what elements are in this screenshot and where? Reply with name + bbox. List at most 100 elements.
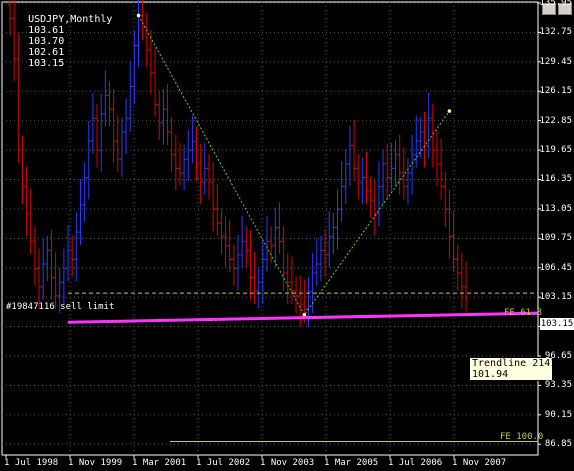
price-bar bbox=[157, 90, 162, 141]
price-bar bbox=[37, 248, 42, 309]
price-bar bbox=[119, 117, 124, 177]
fe-1000-label: FE 100.0 bbox=[500, 432, 544, 442]
price-bar bbox=[410, 134, 415, 195]
price-bar bbox=[202, 142, 207, 195]
price-bar bbox=[78, 179, 83, 245]
price-bar bbox=[148, 30, 153, 95]
price-bar bbox=[53, 252, 58, 309]
order-ticket-label[interactable]: #19847116 sell limit bbox=[6, 302, 114, 312]
price-bar bbox=[252, 252, 257, 305]
price-bar bbox=[227, 220, 232, 273]
price-bar bbox=[66, 224, 71, 282]
price-axis-label: 132.75 bbox=[539, 27, 572, 38]
price-axis-label: 109.75 bbox=[539, 233, 572, 244]
current-price-marker: 103.15 bbox=[540, 318, 574, 330]
price-axis-label: 106.45 bbox=[539, 262, 572, 273]
price-bar bbox=[352, 120, 357, 182]
price-bar bbox=[426, 92, 431, 159]
time-axis-label: 1 Mar 2001 bbox=[132, 458, 187, 468]
price-bar bbox=[115, 115, 120, 173]
price-bar bbox=[294, 276, 299, 314]
price-axis-label: 86.85 bbox=[544, 439, 572, 450]
price-bar bbox=[385, 143, 390, 200]
price-bar bbox=[260, 239, 265, 305]
price-bar bbox=[190, 115, 195, 163]
price-bar bbox=[32, 226, 37, 286]
zigzag-point bbox=[447, 109, 452, 113]
price-bar bbox=[132, 30, 137, 104]
price-bar bbox=[447, 189, 452, 259]
price-bar bbox=[153, 47, 158, 118]
price-bar bbox=[273, 207, 278, 268]
price-axis-label: 129.45 bbox=[539, 56, 572, 67]
price-bar bbox=[20, 135, 25, 204]
time-axis-label: 1 Mar 2005 bbox=[324, 458, 379, 468]
price-bar bbox=[455, 244, 460, 291]
price-bar bbox=[186, 130, 191, 182]
price-bar bbox=[314, 238, 319, 286]
price-bar bbox=[459, 253, 464, 309]
price-bar bbox=[211, 162, 216, 232]
price-bar bbox=[82, 162, 87, 223]
price-bar bbox=[439, 138, 444, 200]
price-bar bbox=[381, 149, 386, 204]
ohlc-open: 103.61 bbox=[28, 25, 65, 36]
time-axis-label: 1 Nov 2003 bbox=[260, 458, 315, 468]
chart-header: USDJPY,Monthly 103.61 103.70 102.61 103.… bbox=[4, 3, 115, 80]
price-bar bbox=[45, 235, 50, 282]
price-bar bbox=[343, 149, 348, 204]
price-bar bbox=[356, 153, 361, 200]
zigzag-point bbox=[136, 13, 141, 18]
price-bar bbox=[107, 81, 112, 127]
price-bar bbox=[111, 89, 116, 163]
ohlc-low: 102.61 bbox=[28, 47, 65, 58]
price-bar bbox=[169, 117, 174, 173]
price-axis-label: 116.35 bbox=[539, 174, 572, 185]
chart-window[interactable]: USDJPY,Monthly 103.61 103.70 102.61 103.… bbox=[0, 0, 574, 471]
price-bar bbox=[430, 103, 435, 168]
price-bar bbox=[265, 215, 270, 273]
price-bar bbox=[231, 244, 236, 286]
price-bar bbox=[443, 172, 448, 227]
price-bar bbox=[28, 188, 33, 254]
price-bar bbox=[223, 216, 228, 268]
price-axis-label: 122.85 bbox=[539, 115, 572, 126]
zigzag-line bbox=[138, 15, 450, 316]
price-bar bbox=[24, 166, 29, 236]
price-bar bbox=[281, 226, 286, 291]
price-bar bbox=[99, 93, 104, 173]
price-bar bbox=[277, 202, 282, 254]
price-bar bbox=[331, 213, 336, 254]
price-axis-label: 96.65 bbox=[544, 350, 572, 361]
time-axis-label: 1 Jul 2006 bbox=[388, 458, 443, 468]
price-bar bbox=[74, 212, 79, 282]
price-bar bbox=[339, 161, 344, 223]
price-bar bbox=[236, 234, 240, 291]
price-bar bbox=[136, 0, 141, 68]
price-bar bbox=[360, 157, 365, 204]
price-bar bbox=[49, 230, 54, 300]
ohlc-high: 103.70 bbox=[28, 36, 65, 47]
price-bar bbox=[70, 235, 75, 277]
price-bar bbox=[318, 235, 323, 282]
price-bar bbox=[464, 261, 468, 312]
price-bar bbox=[165, 83, 170, 145]
price-bar bbox=[327, 211, 332, 268]
price-bar bbox=[161, 89, 166, 145]
price-bar bbox=[124, 98, 129, 154]
price-bar bbox=[418, 117, 423, 159]
price-axis-label: 103.15 bbox=[539, 292, 572, 303]
price-bar bbox=[451, 211, 456, 273]
price-bar bbox=[372, 180, 377, 236]
price-bar bbox=[61, 248, 66, 305]
price-bar bbox=[198, 143, 203, 204]
price-bar bbox=[144, 12, 149, 68]
price-bar bbox=[422, 111, 427, 168]
price-axis-label: 135.95 bbox=[539, 0, 572, 8]
time-axis-label: 1 Jul 1998 bbox=[4, 458, 59, 468]
price-bar bbox=[41, 238, 46, 300]
price-bar bbox=[256, 267, 261, 309]
price-bar bbox=[347, 125, 352, 186]
price-bar bbox=[364, 152, 369, 204]
fe-618-label: FE 61.8 bbox=[504, 308, 542, 318]
